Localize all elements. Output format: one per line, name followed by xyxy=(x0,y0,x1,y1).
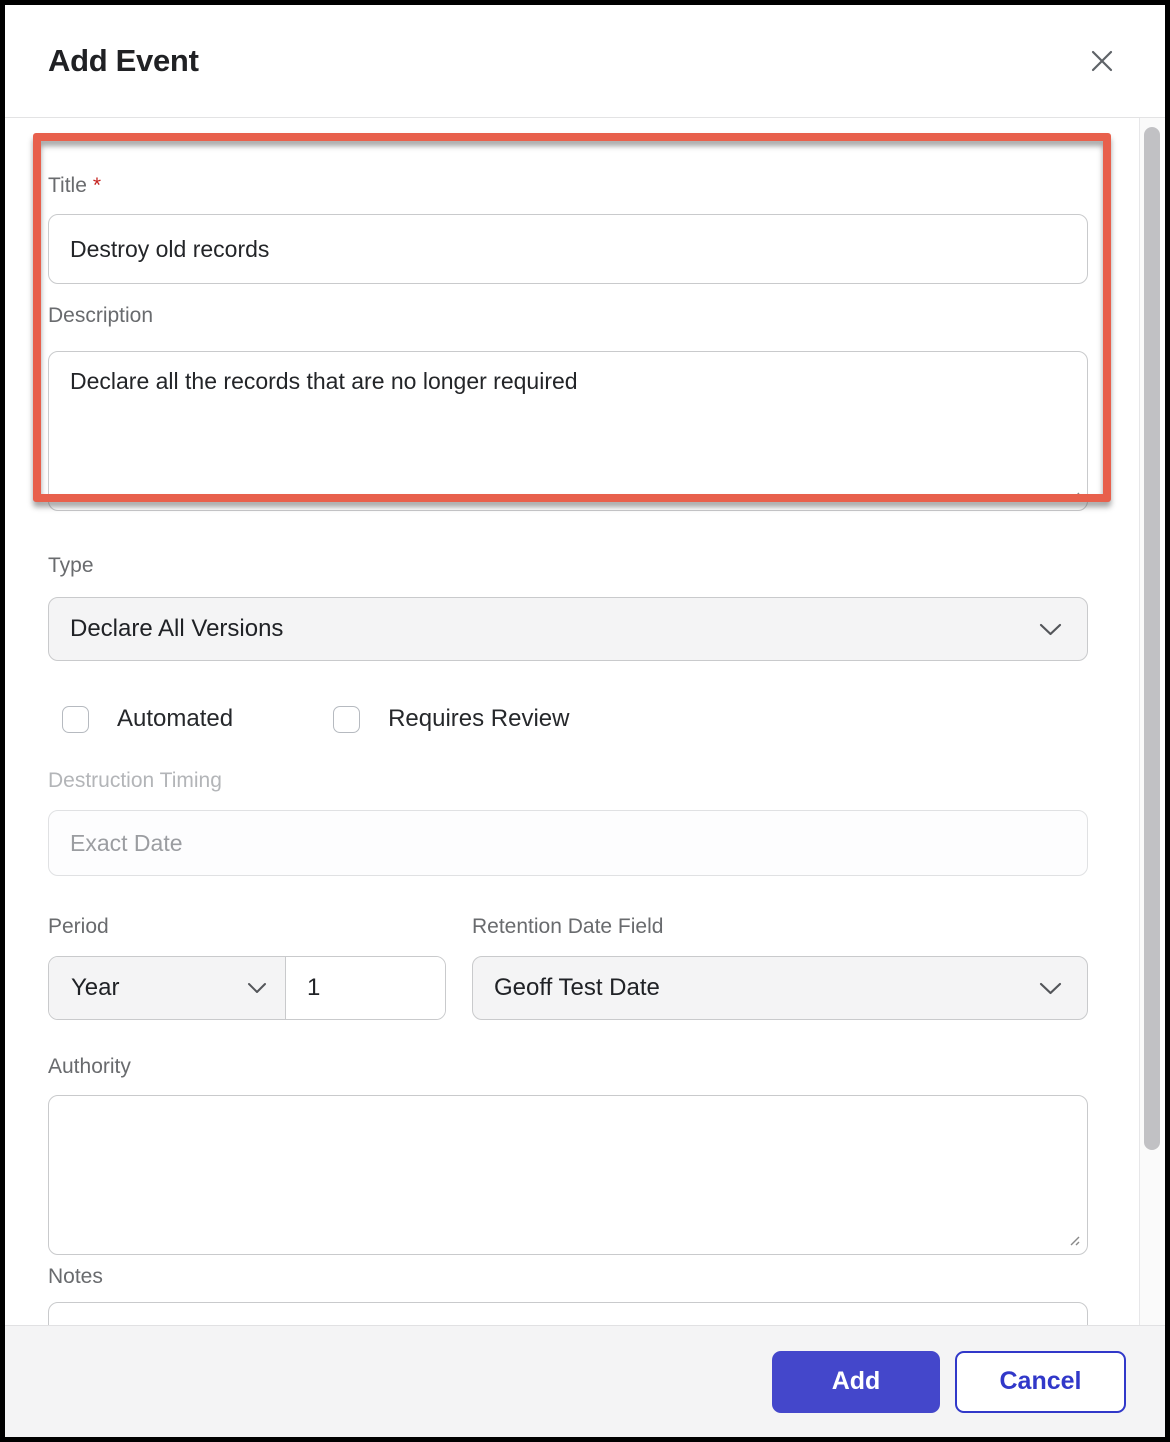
chevron-down-icon xyxy=(1039,982,1062,995)
dialog-header: Add Event xyxy=(5,5,1165,118)
authority-label: Authority xyxy=(48,1054,1088,1080)
automated-label[interactable]: Automated xyxy=(117,705,233,733)
period-unit-select[interactable]: Year xyxy=(49,957,286,1019)
close-icon xyxy=(1087,46,1117,76)
automated-checkbox[interactable] xyxy=(62,706,89,733)
title-label: Title* xyxy=(48,173,1088,199)
chevron-down-icon xyxy=(247,982,267,994)
retention-date-field-label: Retention Date Field xyxy=(472,914,1088,940)
add-button[interactable]: Add xyxy=(772,1351,940,1413)
period-control-group: Year xyxy=(48,956,446,1020)
description-textarea[interactable]: Declare all the records that are no long… xyxy=(48,351,1088,511)
requires-review-label[interactable]: Requires Review xyxy=(388,705,569,733)
period-unit-value: Year xyxy=(71,974,120,1002)
requires-review-checkbox[interactable] xyxy=(333,706,360,733)
description-label: Description xyxy=(48,303,1088,329)
cancel-button[interactable]: Cancel xyxy=(955,1351,1126,1413)
title-field-group: Title* xyxy=(48,173,1088,284)
destruction-timing-label: Destruction Timing xyxy=(48,768,1088,794)
type-selected-value: Declare All Versions xyxy=(70,615,283,643)
type-select[interactable]: Declare All Versions xyxy=(48,597,1088,661)
retention-date-selected-value: Geoff Test Date xyxy=(494,974,660,1002)
scrollbar-track[interactable] xyxy=(1139,118,1165,1325)
dialog-body: Title* Description Declare all the recor… xyxy=(5,118,1165,1325)
period-field-group: Period Year xyxy=(48,914,446,1020)
retention-date-field-group: Retention Date Field Geoff Test Date xyxy=(472,914,1088,1020)
add-event-dialog: Add Event Title* Description Declare xyxy=(5,5,1165,1437)
required-asterisk: * xyxy=(93,174,101,197)
chevron-down-icon xyxy=(1039,623,1062,636)
notes-textarea[interactable] xyxy=(48,1302,1088,1325)
type-label: Type xyxy=(48,553,1088,579)
dialog-title: Add Event xyxy=(48,43,199,79)
period-label: Period xyxy=(48,914,446,940)
authority-textarea[interactable] xyxy=(48,1095,1088,1255)
destruction-timing-input xyxy=(48,810,1088,876)
checkbox-row: Automated Requires Review xyxy=(48,705,1088,733)
period-count-input[interactable] xyxy=(286,957,445,1019)
destruction-timing-field-group: Destruction Timing xyxy=(48,768,1088,876)
type-field-group: Type Declare All Versions xyxy=(48,553,1088,661)
description-field-group: Description Declare all the records that… xyxy=(48,303,1088,511)
dialog-footer: Add Cancel xyxy=(5,1325,1165,1437)
title-input[interactable] xyxy=(48,214,1088,284)
notes-field-group: Notes xyxy=(48,1264,1088,1325)
authority-field-group: Authority xyxy=(48,1054,1088,1255)
close-button[interactable] xyxy=(1083,42,1121,80)
retention-date-field-select[interactable]: Geoff Test Date xyxy=(472,956,1088,1020)
scrollbar-thumb[interactable] xyxy=(1144,127,1160,1150)
notes-label: Notes xyxy=(48,1264,1088,1290)
period-retention-row: Period Year Retention Date Field xyxy=(48,914,1088,1020)
form-content: Title* Description Declare all the recor… xyxy=(5,118,1139,1325)
